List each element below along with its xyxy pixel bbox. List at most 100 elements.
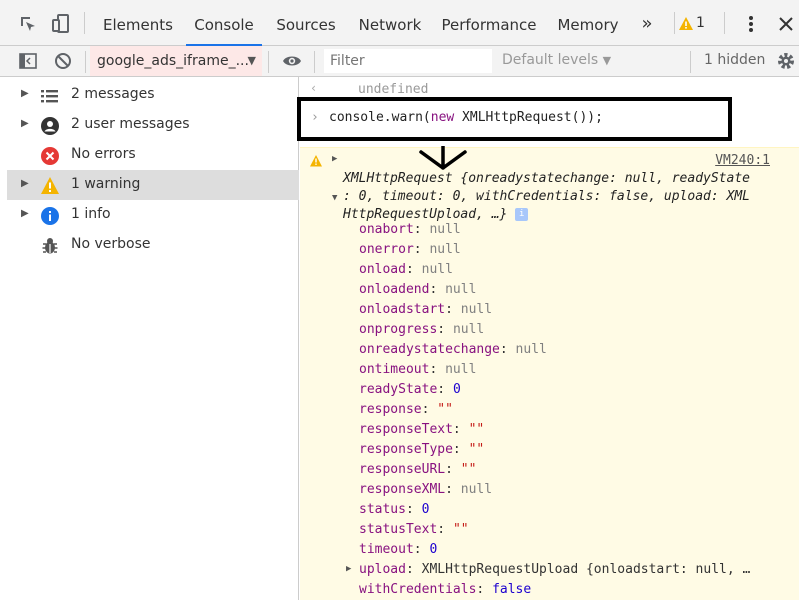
collapse-arrow-icon[interactable]: ▼ bbox=[332, 193, 337, 203]
log-levels-dropdown[interactable]: Default levels ▼ bbox=[502, 52, 611, 68]
property-value: null bbox=[421, 262, 453, 277]
property-value: XMLHttpRequestUpload {onloadstart: null,… bbox=[421, 562, 751, 577]
property-key: onloadend bbox=[359, 282, 430, 297]
sidebar-item-label: 1 info bbox=[71, 206, 111, 222]
warning-icon bbox=[309, 154, 323, 168]
property-row: responseType: "" bbox=[359, 442, 484, 457]
expand-arrow-icon[interactable]: ▶ bbox=[21, 88, 29, 99]
tab-elements[interactable]: Elements bbox=[98, 0, 178, 46]
property-value: null bbox=[429, 242, 461, 257]
property-value: 0 bbox=[421, 502, 430, 517]
expand-arrow-icon[interactable]: ▶ bbox=[346, 564, 351, 574]
tab-memory[interactable]: Memory bbox=[551, 0, 625, 46]
toolbar-divider bbox=[314, 51, 315, 73]
property-colon: : bbox=[429, 282, 446, 297]
user-icon bbox=[40, 116, 60, 136]
more-options-icon[interactable] bbox=[741, 14, 761, 34]
devtools-tab-bar: Elements Console Sources Network Perform… bbox=[0, 0, 799, 46]
property-key: readyState bbox=[359, 382, 438, 397]
sidebar-toggle-icon[interactable] bbox=[18, 51, 38, 71]
expand-arrow-icon[interactable]: ▶ bbox=[21, 178, 29, 189]
property-key: onloadstart bbox=[359, 302, 446, 317]
inspect-element-icon[interactable] bbox=[18, 14, 38, 34]
filter-input[interactable] bbox=[324, 49, 492, 73]
expand-arrow-icon[interactable]: ▶ bbox=[21, 208, 29, 219]
context-selector[interactable]: google_ads_iframe_... ▼ bbox=[90, 46, 262, 76]
object-summary[interactable]: XMLHttpRequest {onreadystatechange: null… bbox=[343, 170, 775, 224]
console-sidebar: ▶ 2 messages ▶ 2 user messages No errors… bbox=[0, 77, 299, 600]
property-colon: : bbox=[413, 222, 430, 237]
property-colon: : bbox=[476, 582, 493, 597]
sidebar-item-messages[interactable]: ▶ 2 messages bbox=[7, 80, 299, 110]
close-icon[interactable] bbox=[776, 14, 796, 34]
property-colon: : bbox=[421, 402, 438, 417]
property-key: withCredentials bbox=[359, 582, 477, 597]
property-row: onload: null bbox=[359, 262, 453, 277]
property-row[interactable]: ▶ upload: XMLHttpRequestUpload {onloadsta… bbox=[346, 562, 751, 577]
sidebar-item-verbose[interactable]: No verbose bbox=[7, 230, 299, 260]
property-value: "" bbox=[452, 522, 469, 537]
property-row: responseURL: "" bbox=[359, 462, 476, 477]
toolbar-divider bbox=[85, 51, 86, 73]
prompt-chevron-icon: › bbox=[311, 110, 319, 125]
property-key: onreadystatechange bbox=[359, 342, 500, 357]
property-row: statusText: "" bbox=[359, 522, 469, 537]
property-value: null bbox=[460, 302, 493, 317]
property-key: status bbox=[359, 502, 406, 517]
property-colon: : bbox=[452, 442, 469, 457]
eye-icon[interactable] bbox=[282, 51, 302, 71]
property-key: responseURL bbox=[359, 462, 446, 477]
bug-icon bbox=[40, 236, 60, 256]
summary-text: {onreadystatechange: null, readyState bbox=[452, 171, 750, 186]
property-key: onabort bbox=[359, 222, 414, 237]
sidebar-item-info[interactable]: ▶ 1 info bbox=[7, 200, 299, 230]
tab-console[interactable]: Console bbox=[186, 0, 262, 46]
clear-console-icon[interactable] bbox=[53, 51, 73, 71]
tab-network[interactable]: Network bbox=[352, 0, 428, 46]
property-key: onload bbox=[359, 262, 406, 277]
sidebar-item-warnings[interactable]: ▶ 1 warning bbox=[7, 170, 299, 200]
property-key: onprogress bbox=[359, 322, 438, 337]
summary-text: HttpRequestUpload, …} bbox=[343, 207, 508, 222]
warning-message: ▶ VM240:1 XMLHttpRequest {onreadystatech… bbox=[300, 144, 799, 600]
sidebar-item-label: No errors bbox=[71, 146, 136, 162]
property-row: responseText: "" bbox=[359, 422, 484, 437]
property-colon: : bbox=[452, 422, 469, 437]
warning-count[interactable]: 1 bbox=[696, 15, 705, 31]
more-tabs-button[interactable]: » bbox=[634, 0, 660, 46]
result-line: ‹ undefined bbox=[300, 79, 799, 99]
console-toolbar: google_ads_iframe_... ▼ Default levels ▼… bbox=[0, 46, 799, 77]
sidebar-item-user-messages[interactable]: ▶ 2 user messages bbox=[7, 110, 299, 140]
device-toolbar-icon[interactable] bbox=[51, 14, 71, 34]
property-value: false bbox=[492, 582, 532, 597]
source-link[interactable]: VM240:1 bbox=[715, 153, 770, 168]
property-value: "" bbox=[460, 462, 477, 477]
toolbar-divider bbox=[268, 51, 269, 73]
property-row: onabort: null bbox=[359, 222, 461, 237]
property-colon: : bbox=[445, 462, 461, 477]
settings-gear-icon[interactable] bbox=[776, 51, 796, 71]
warning-icon bbox=[678, 16, 694, 32]
expand-arrow-icon[interactable]: ▶ bbox=[21, 118, 29, 129]
tab-performance[interactable]: Performance bbox=[438, 0, 540, 46]
property-key: responseXML bbox=[359, 482, 446, 497]
dropdown-arrow-icon: ▼ bbox=[602, 54, 612, 67]
property-row: onerror: null bbox=[359, 242, 461, 257]
property-colon: : bbox=[413, 242, 430, 257]
command-text[interactable]: console.warn(new XMLHttpRequest()); bbox=[329, 110, 603, 125]
info-badge-icon[interactable]: i bbox=[515, 208, 529, 221]
sidebar-item-label: No verbose bbox=[71, 236, 151, 252]
tab-sources[interactable]: Sources bbox=[270, 0, 342, 46]
property-colon: : bbox=[445, 482, 461, 497]
property-row: onreadystatechange: null bbox=[359, 342, 547, 357]
property-key: onerror bbox=[359, 242, 414, 257]
expand-arrow-icon[interactable]: ▶ bbox=[332, 154, 337, 164]
log-levels-label: Default levels bbox=[502, 52, 599, 68]
sidebar-item-label: 1 warning bbox=[71, 176, 141, 192]
sidebar-item-errors[interactable]: No errors bbox=[7, 140, 299, 170]
property-colon: : bbox=[437, 522, 453, 537]
property-value: null bbox=[515, 342, 547, 357]
command-part: XMLHttpRequest()); bbox=[454, 110, 603, 125]
property-row: timeout: 0 bbox=[359, 542, 437, 557]
property-row: readyState: 0 bbox=[359, 382, 461, 397]
